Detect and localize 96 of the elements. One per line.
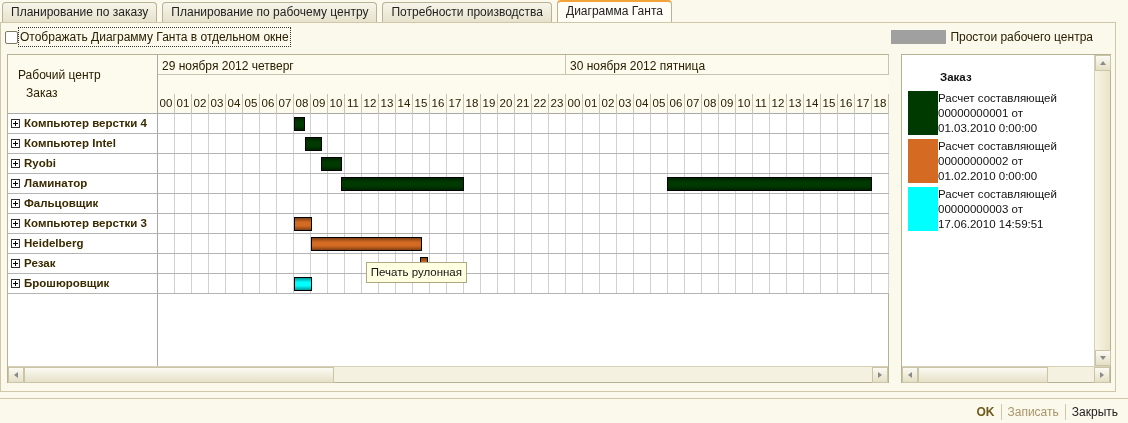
hour-header: 09 [311,94,328,114]
hour-header: 01 [583,94,600,114]
footer-button[interactable]: OK [970,403,1001,421]
gantt-bar[interactable] [305,137,323,151]
hour-header: 16 [430,94,447,114]
scroll-right-button[interactable] [1094,367,1110,383]
tab[interactable]: Потребности производства [382,2,552,22]
expand-icon[interactable] [11,159,20,168]
hour-header: 12 [362,94,379,114]
row-label: Компьютер верстки 3 [24,215,147,231]
hour-header: 11 [345,94,362,114]
hour-header: 12 [770,94,787,114]
tooltip: Печать рулонная [365,262,467,284]
arrow-icon [907,372,913,378]
hour-header: 21 [515,94,532,114]
row-label: Компьютер Intel [24,135,116,151]
hour-header: 08 [294,94,311,114]
checkbox-label[interactable]: Отображать Диаграмму Ганта в отдельном окне [18,27,291,47]
legend-label: Простои рабочего центра [950,29,1093,46]
gantt-bar[interactable] [294,277,312,291]
scroll-down-button[interactable] [1095,350,1111,366]
hour-header: 05 [243,94,260,114]
expand-icon[interactable] [11,179,20,188]
hour-header: 07 [685,94,702,114]
hour-header: 01 [175,94,192,114]
row-label: Брошюровщик [24,275,110,291]
hour-header: 19 [481,94,498,114]
hour-header: 20 [498,94,515,114]
hour-header: 04 [634,94,651,114]
hour-header: 08 [702,94,719,114]
legend-title: Заказ [939,70,973,85]
hour-header: 03 [617,94,634,114]
scroll-left-button[interactable] [902,367,918,383]
hour-header: 14 [804,94,821,114]
arrow-icon [877,372,883,378]
expand-icon[interactable] [11,239,20,248]
hour-header: 15 [821,94,838,114]
scroll-up-button[interactable] [1095,55,1111,71]
expand-icon[interactable] [11,279,20,288]
hour-header: 22 [532,94,549,114]
hour-header: 11 [753,94,770,114]
column-header: Заказ [25,85,59,102]
hour-header: 02 [192,94,209,114]
scroll-right-button[interactable] [872,367,888,383]
legend-label: Расчет составляющей 00000000001 от 01.03.2010 0:00:00 [938,91,1058,137]
tab[interactable]: Диаграмма Ганта [557,0,672,22]
hour-header: 17 [855,94,872,114]
expand-icon[interactable] [11,259,20,268]
arrow-icon [1100,60,1106,66]
hour-header: 16 [838,94,855,114]
hour-header: 23 [549,94,566,114]
expand-icon[interactable] [11,119,20,128]
row-label: Heidelberg [24,235,84,251]
hour-header: 18 [872,94,889,114]
row-label: Резак [24,255,56,271]
hour-header: 07 [277,94,294,114]
tab[interactable]: Планирование по заказу [2,2,158,22]
arrow-icon [1099,372,1105,378]
legend-label: Расчет составляющей 00000000003 от 17.06.2010 14:59:51 [938,187,1058,233]
column-header: Рабочий центр [18,67,102,84]
row-label: Ryobi [24,155,56,171]
footer-button[interactable]: Закрыть [1065,403,1124,421]
arrow-icon [13,372,19,378]
tab[interactable]: Планирование по рабочему центру [162,2,378,22]
hour-header: 04 [226,94,243,114]
scrollbar-thumb[interactable] [918,367,1048,383]
arrow-icon [1100,355,1106,361]
hour-header: 00 [158,94,175,114]
row-label: Компьютер верстки 4 [24,115,147,131]
hour-header: 10 [736,94,753,114]
scroll-left-button[interactable] [8,367,24,383]
hour-header: 14 [396,94,413,114]
hour-header: 10 [328,94,345,114]
hour-header: 05 [651,94,668,114]
hour-header: 03 [209,94,226,114]
date-header: 29 ноября 2012 четверг [158,55,566,75]
hour-header: 09 [719,94,736,114]
expand-icon[interactable] [11,139,20,148]
hour-header: 13 [787,94,804,114]
expand-icon[interactable] [11,219,20,228]
date-header: 30 ноября 2012 пятница [566,55,889,75]
checkbox[interactable] [5,30,18,44]
hour-header: 15 [413,94,430,114]
row-label: Ламинатор [24,175,88,191]
hour-header: 13 [379,94,396,114]
legend-label: Расчет составляющей 00000000002 от 01.02.2010 0:00:00 [938,139,1058,185]
hour-header: 00 [566,94,583,114]
hour-header: 06 [260,94,277,114]
hour-header: 02 [600,94,617,114]
hour-header: 18 [464,94,481,114]
hour-header: 17 [447,94,464,114]
gantt-bar[interactable] [294,117,306,131]
hour-header: 06 [668,94,685,114]
scrollbar-thumb[interactable] [24,367,334,383]
expand-icon[interactable] [11,199,20,208]
row-label: Фальцовщик [24,195,99,211]
